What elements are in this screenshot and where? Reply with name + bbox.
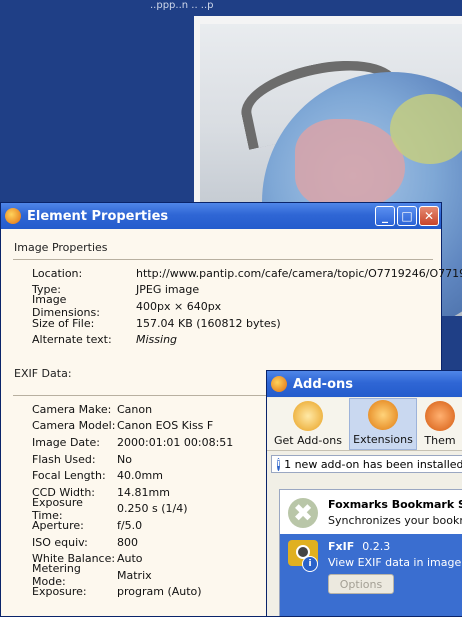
property-row: Size of File: 157.04 KB (160812 bytes) <box>32 315 462 332</box>
exif-row: Exposure: program (Auto) <box>32 584 233 601</box>
list-item-selected[interactable]: i FxIF 0.2.3 View EXIF data in image prop… <box>280 534 462 616</box>
addon-name: Foxmarks Bookmark Sy <box>328 498 462 511</box>
exif-list: Camera Make: Canon Camera Model: Canon EOS… <box>32 401 233 600</box>
addon-version: 0.2.3 <box>362 540 391 553</box>
exif-row: Aperture: f/5.0 <box>32 517 233 534</box>
exif-label: Aperture: <box>32 518 84 532</box>
addon-description: Synchronizes your bookmark <box>328 514 462 527</box>
property-label: Image Dimensions: <box>32 293 100 320</box>
property-row: Image Dimensions: 400px × 640px <box>32 293 462 319</box>
exif-value: Canon EOS Kiss F <box>117 419 214 433</box>
exif-label: Camera Model: <box>32 419 116 433</box>
property-value: http://www.pantip.com/cafe/camera/topic/… <box>136 266 462 280</box>
globe-continent <box>390 94 462 164</box>
puzzle-piece-icon: ✖ <box>288 498 318 528</box>
install-notice: i 1 new add-on has been installed. <box>271 455 462 473</box>
property-label: Alternate text: <box>32 333 112 347</box>
image-properties-list: Location: http://www.pantip.com/cafe/came… <box>32 265 462 348</box>
element-properties-titlebar[interactable]: Element Properties _ □ ✕ <box>1 203 441 229</box>
property-row: Alternate text: Missing <box>32 331 462 348</box>
list-item[interactable]: ✖ Foxmarks Bookmark Sy Synchronizes your… <box>280 490 462 534</box>
exif-label: Exposure: <box>32 585 87 599</box>
property-value: 400px × 640px <box>136 299 222 313</box>
maximize-button[interactable]: □ <box>397 206 417 226</box>
exif-label: Metering Mode: <box>32 562 81 589</box>
addon-title: FxIF <box>328 540 355 553</box>
exif-heading: EXIF Data: <box>14 367 72 380</box>
addons-window: Add-ons Get Add-ons Extensions Them i 1 … <box>266 370 462 617</box>
exif-row: Image Date: 2000:01:01 00:08:51 <box>32 434 233 451</box>
tab-get-addons[interactable]: Get Add-ons <box>267 398 349 450</box>
addon-name: FxIF 0.2.3 <box>328 540 390 553</box>
exif-label: Focal Length: <box>32 469 106 483</box>
exif-row: Flash Used: No <box>32 451 233 468</box>
options-button[interactable]: Options <box>328 574 394 594</box>
exif-row: ISO equiv: 800 <box>32 534 233 551</box>
exif-value: Canon <box>117 402 153 416</box>
exif-value: Matrix <box>117 568 152 582</box>
notice-text: 1 new add-on has been installed. <box>284 457 462 471</box>
property-label: Location: <box>32 266 83 280</box>
tab-label: Them <box>424 434 456 447</box>
exif-value: 800 <box>117 535 138 549</box>
property-value: JPEG image <box>136 283 200 297</box>
themes-icon <box>425 401 455 431</box>
exif-value: 2000:01:01 00:08:51 <box>117 435 234 449</box>
info-icon: i <box>277 457 281 471</box>
tab-label: Extensions <box>353 433 413 446</box>
image-properties-heading: Image Properties <box>14 241 108 254</box>
firefox-icon <box>271 376 287 392</box>
property-label: Size of File: <box>32 316 95 330</box>
exif-value: 0.250 s (1/4) <box>117 502 188 516</box>
window-title: Add-ons <box>293 376 353 392</box>
divider <box>13 259 433 260</box>
exif-value: 14.81mm <box>117 485 170 499</box>
addons-titlebar[interactable]: Add-ons <box>267 371 462 397</box>
window-title: Element Properties <box>27 208 169 224</box>
addon-description: View EXIF data in image prop <box>328 556 462 569</box>
exif-row: Metering Mode: Matrix <box>32 562 233 588</box>
exif-value: No <box>117 452 132 466</box>
tab-themes[interactable]: Them <box>417 398 462 450</box>
exif-label: Flash Used: <box>32 452 96 466</box>
exif-value: f/5.0 <box>117 518 143 532</box>
extensions-icon <box>368 400 398 430</box>
exif-value: 40.0mm <box>117 469 163 483</box>
property-value: 157.04 KB (160812 bytes) <box>136 316 281 330</box>
get-addons-icon <box>293 401 323 431</box>
exif-row: Focal Length: 40.0mm <box>32 467 233 484</box>
tab-extensions[interactable]: Extensions <box>349 398 417 450</box>
exif-row: Camera Make: Canon <box>32 401 233 418</box>
close-button[interactable]: ✕ <box>419 206 439 226</box>
exif-label: Camera Make: <box>32 402 112 416</box>
exif-label: Image Date: <box>32 435 100 449</box>
tab-label: Get Add-ons <box>273 434 342 447</box>
firefox-icon <box>5 208 21 224</box>
minimize-button[interactable]: _ <box>375 206 395 226</box>
exif-label: Exposure Time: <box>32 495 83 522</box>
exif-value: Auto <box>117 552 143 566</box>
info-icon: i <box>302 556 318 572</box>
background-text: ..ppp..n .. ..p <box>150 0 214 11</box>
addons-tabs: Get Add-ons Extensions Them <box>267 398 462 451</box>
exif-row: Camera Model: Canon EOS Kiss F <box>32 418 233 435</box>
property-row: Location: http://www.pantip.com/cafe/came… <box>32 265 462 282</box>
property-value: Missing <box>136 333 178 347</box>
extensions-list: ✖ Foxmarks Bookmark Sy Synchronizes your… <box>279 489 462 616</box>
exif-label: ISO equiv: <box>32 535 88 549</box>
exif-value: program (Auto) <box>117 585 202 599</box>
exif-row: Exposure Time: 0.250 s (1/4) <box>32 496 233 522</box>
